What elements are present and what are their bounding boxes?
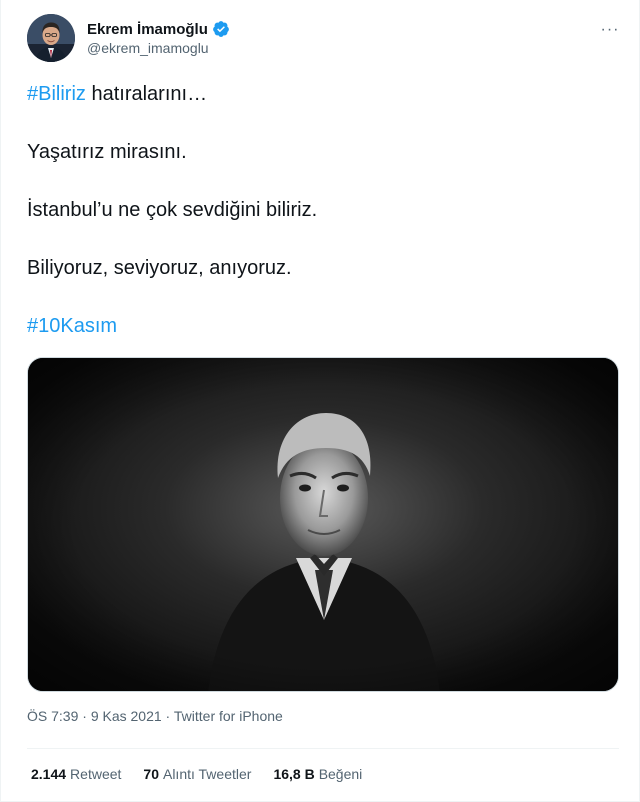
tweet-card: Ekrem İmamoğlu @ekrem_imamoglu ··· #Bili…	[0, 0, 640, 802]
meta-separator: ·	[78, 708, 91, 724]
tweet-date[interactable]: 9 Kas 2021	[91, 708, 162, 724]
tweet-line-2: Yaşatırız mirasını.	[27, 141, 187, 163]
tweet-header: Ekrem İmamoğlu @ekrem_imamoglu ···	[27, 12, 625, 64]
more-options-icon[interactable]: ···	[595, 18, 625, 42]
tweet-line-3: İstanbul’u ne çok sevdiğini biliriz.	[27, 199, 318, 221]
likes-count: 16,8 B	[273, 766, 315, 782]
portrait-image	[28, 358, 618, 691]
retweets-label: Retweet	[70, 766, 122, 782]
divider	[27, 748, 619, 749]
author-name[interactable]: Ekrem İmamoğlu	[87, 21, 208, 38]
quotes-label: Alıntı Tweetler	[162, 766, 252, 782]
retweets-count: 2.144	[31, 766, 67, 782]
tweet-time[interactable]: ÖS 7:39	[27, 708, 78, 724]
tweet-meta: ÖS 7:39 · 9 Kas 2021 · Twitter for iPhon…	[27, 708, 283, 724]
likes-label: Beğeni	[318, 766, 363, 782]
tweet-media-image[interactable]	[27, 357, 619, 692]
avatar[interactable]	[27, 14, 75, 62]
tweet-line-1: #Biliriz hatıralarını…	[27, 80, 619, 108]
verified-badge-icon	[212, 21, 229, 37]
hashtag-10kasim[interactable]: #10Kasım	[27, 315, 117, 337]
tweet-line-1-text: hatıralarını…	[85, 83, 208, 105]
tweet-text: #Biliriz hatıralarını… Yaşatırız mirasın…	[27, 80, 619, 370]
likes-stat[interactable]: 16,8 B Beğeni	[273, 766, 362, 782]
tweet-line-5: #10Kasım	[27, 312, 619, 340]
tweet-stats: 2.144 Retweet 70 Alıntı Tweetler 16,8 B …	[31, 766, 384, 782]
user-info: Ekrem İmamoğlu @ekrem_imamoglu	[87, 20, 595, 56]
tweet-line-4: Biliyoruz, seviyoruz, anıyoruz.	[27, 257, 292, 279]
name-row: Ekrem İmamoğlu	[87, 20, 595, 38]
quotes-stat[interactable]: 70 Alıntı Tweetler	[143, 766, 251, 782]
quotes-count: 70	[143, 766, 159, 782]
author-handle[interactable]: @ekrem_imamoglu	[87, 40, 595, 56]
meta-separator: ·	[161, 708, 174, 724]
tweet-source[interactable]: Twitter for iPhone	[174, 708, 283, 724]
hashtag-biliriz[interactable]: #Biliriz	[27, 83, 86, 105]
retweets-stat[interactable]: 2.144 Retweet	[31, 766, 121, 782]
